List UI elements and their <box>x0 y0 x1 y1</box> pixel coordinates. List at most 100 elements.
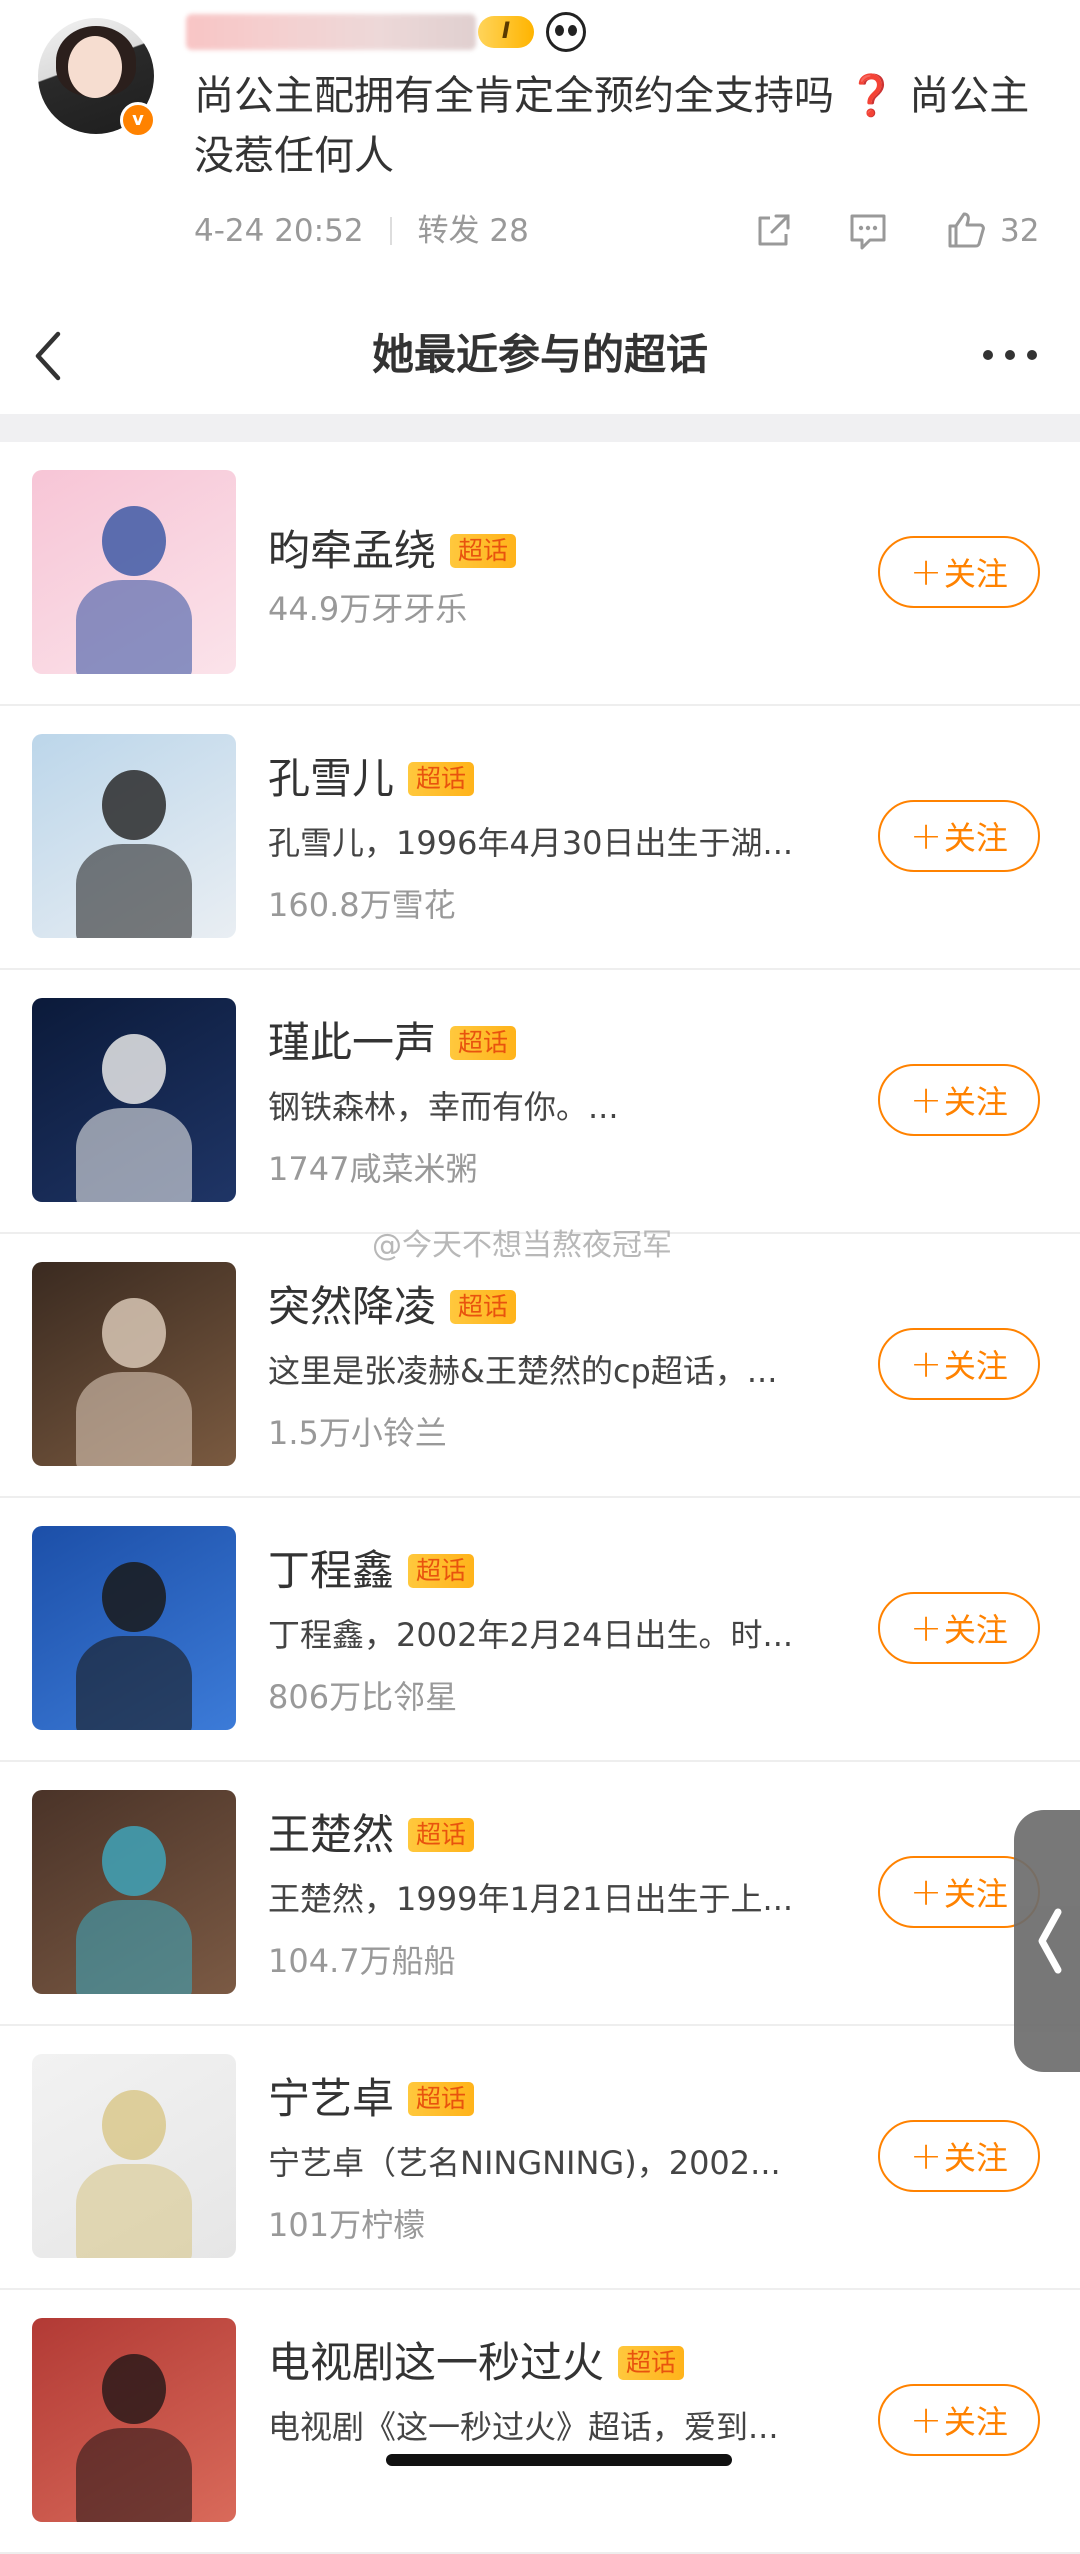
cover-figure-body <box>76 580 192 674</box>
post-text-part1: 尚公主配拥有全肯定全预约全支持吗 <box>194 73 834 119</box>
super-topic-tag: 超话 <box>408 1554 475 1588</box>
plus-icon: + <box>910 814 942 858</box>
topic-name[interactable]: 瑾此一声 <box>268 1012 436 1074</box>
topic-name[interactable]: 突然降凌 <box>268 1276 436 1338</box>
follow-button[interactable]: +关注 <box>878 536 1040 608</box>
plus-icon: + <box>910 1870 942 1914</box>
topic-fans: 1747咸菜米粥 <box>268 1150 478 1188</box>
follow-label: 关注 <box>943 1611 1008 1649</box>
topic-cover-image[interactable] <box>32 2054 236 2258</box>
plus-icon: + <box>910 1078 942 1122</box>
topic-name[interactable]: 宁艺卓 <box>268 2068 394 2130</box>
topic-description: 钢铁森林，幸而有你。... <box>268 1088 619 1126</box>
topic-row[interactable]: 孔雪儿 超话 孔雪儿，1996年4月30日出生于湖... 160.8万雪花 +关… <box>0 706 1080 970</box>
topic-cover-image[interactable] <box>32 1790 236 1994</box>
topic-row[interactable]: 宁艺卓 超话 宁艺卓（艺名NINGNING)，2002... 101万柠檬 +关… <box>0 2026 1080 2290</box>
cover-figure-body <box>76 2164 192 2258</box>
super-topic-tag: 超话 <box>450 534 517 568</box>
topic-name-line: 王楚然 超话 <box>268 1804 475 1866</box>
meta-separator <box>389 217 392 245</box>
topic-description: 王楚然，1999年1月21日出生于上... <box>268 1880 794 1918</box>
topic-name-line: 孔雪儿 超话 <box>268 748 475 810</box>
topic-name[interactable]: 孔雪儿 <box>268 748 394 810</box>
plus-icon: + <box>910 550 942 594</box>
follow-label: 关注 <box>943 1083 1008 1121</box>
plus-icon: + <box>910 2134 942 2178</box>
topic-name-line: 瑾此一声 超话 <box>268 1012 517 1074</box>
cover-figure-body <box>76 1900 192 1994</box>
topic-row[interactable]: 昀牵孟绕 超话 44.9万牙牙乐 +关注 <box>0 442 1080 706</box>
cover-figure-head <box>102 1562 166 1632</box>
follow-label: 关注 <box>943 1875 1008 1913</box>
comment-icon[interactable] <box>846 208 890 252</box>
topic-name-line: 丁程鑫 超话 <box>268 1540 475 1602</box>
cover-figure-body <box>76 1636 192 1730</box>
super-topic-tag: 超话 <box>408 2082 475 2116</box>
follow-label: 关注 <box>943 1347 1008 1385</box>
panda-icon <box>546 12 586 52</box>
follow-button[interactable]: +关注 <box>878 1592 1040 1664</box>
repost-count[interactable]: 转发 28 <box>418 213 529 249</box>
topic-cover-image[interactable] <box>32 1262 236 1466</box>
topic-row[interactable]: 电视剧这一秒过火 超话 电视剧《这一秒过火》超话，爱到... +关注 <box>0 2290 1080 2554</box>
topic-name[interactable]: 王楚然 <box>268 1804 394 1866</box>
side-panel-handle[interactable] <box>1014 1810 1080 2072</box>
super-topic-tag: 超话 <box>408 1818 475 1852</box>
sheet-title: 她最近参与的超话 <box>371 330 708 379</box>
section-divider <box>0 414 1080 442</box>
topic-name-line: 突然降凌 超话 <box>268 1276 517 1338</box>
topic-name-line: 昀牵孟绕 超话 <box>268 520 517 582</box>
home-indicator <box>386 2454 732 2466</box>
cover-figure-head <box>102 2090 166 2160</box>
cover-figure-head <box>102 1298 166 1368</box>
cover-figure-body <box>76 2428 192 2522</box>
cover-figure-head <box>102 1034 166 1104</box>
topic-cover-image[interactable] <box>32 2318 236 2522</box>
topic-description: 丁程鑫，2002年2月24日出生。时... <box>268 1616 794 1654</box>
topic-name[interactable]: 电视剧这一秒过火 <box>268 2332 604 2394</box>
topic-cover-image[interactable] <box>32 1526 236 1730</box>
super-topic-tag: 超话 <box>618 2346 685 2380</box>
post-time: 4-24 20:52 <box>194 213 364 249</box>
chevron-left-icon <box>1038 1908 1062 1974</box>
share-icon[interactable] <box>752 208 796 252</box>
cover-figure-head <box>102 1826 166 1896</box>
post-meta: 4-24 20:52 转发 28 <box>194 206 529 256</box>
topic-name[interactable]: 昀牵孟绕 <box>268 520 436 582</box>
topic-cover-image[interactable] <box>32 734 236 938</box>
topic-name[interactable]: 丁程鑫 <box>268 1540 394 1602</box>
like-icon[interactable] <box>944 208 988 252</box>
follow-button[interactable]: +关注 <box>878 2120 1040 2192</box>
watermark-text: @今天不想当熬夜冠军 <box>372 1228 672 1263</box>
topic-fans: 101万柠檬 <box>268 2206 426 2244</box>
topic-row[interactable]: 王楚然 超话 王楚然，1999年1月21日出生于上... 104.7万船船 +关… <box>0 1762 1080 2026</box>
topic-name-line: 宁艺卓 超话 <box>268 2068 475 2130</box>
cover-figure-head <box>102 506 166 576</box>
follow-label: 关注 <box>943 2139 1008 2177</box>
topic-name-line: 电视剧这一秒过火 超话 <box>268 2332 685 2394</box>
plus-icon: + <box>910 1342 942 1386</box>
topic-description: 电视剧《这一秒过火》超话，爱到... <box>268 2408 779 2446</box>
cover-figure-body <box>76 844 192 938</box>
question-mark-emoji: ❓ <box>846 73 897 119</box>
verified-badge-icon: v <box>120 102 156 138</box>
topic-row[interactable]: 突然降凌 超话 这里是张凌赫&王楚然的cp超话，... 1.5万小铃兰 +关注 <box>0 1234 1080 1498</box>
super-topic-tag: 超话 <box>450 1290 517 1324</box>
plus-icon: + <box>910 1606 942 1650</box>
follow-button[interactable]: +关注 <box>878 1328 1040 1400</box>
topic-row[interactable]: 丁程鑫 超话 丁程鑫，2002年2月24日出生。时... 806万比邻星 +关注 <box>0 1498 1080 1762</box>
follow-button[interactable]: +关注 <box>878 800 1040 872</box>
follow-button[interactable]: +关注 <box>878 2384 1040 2456</box>
more-icon[interactable] <box>978 340 1042 370</box>
topic-row[interactable]: 瑾此一声 超话 钢铁森林，幸而有你。... 1747咸菜米粥 +关注 <box>0 970 1080 1234</box>
topic-list: 昀牵孟绕 超话 44.9万牙牙乐 +关注 孔雪儿 超话 孔雪儿，1996年4月3… <box>0 442 1080 2554</box>
avatar-face <box>68 36 122 98</box>
follow-button[interactable]: +关注 <box>878 1064 1040 1136</box>
topic-cover-image[interactable] <box>32 998 236 1202</box>
post-text[interactable]: 尚公主配拥有全肯定全预约全支持吗 ❓ 尚公主没惹任何人 <box>194 66 1054 186</box>
topic-description: 孔雪儿，1996年4月30日出生于湖... <box>268 824 794 862</box>
post-header: v I 尚公主配拥有全肯定全预约全支持吗 ❓ 尚公主没惹任何人 4-24 20:… <box>0 0 1080 290</box>
topic-fans: 160.8万雪花 <box>268 886 456 924</box>
topic-cover-image[interactable] <box>32 470 236 674</box>
username-blurred[interactable] <box>186 14 476 50</box>
